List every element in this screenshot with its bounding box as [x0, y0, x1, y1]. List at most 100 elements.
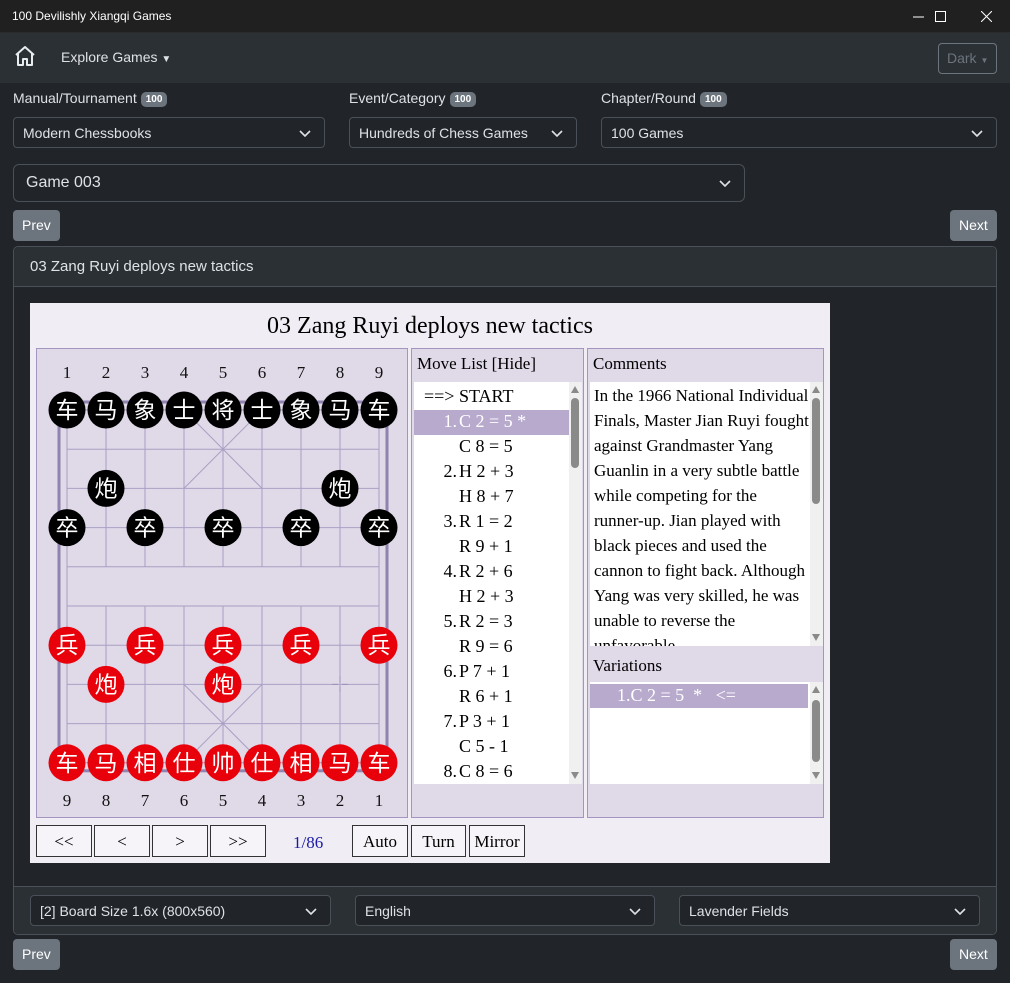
chevron-down-icon [719, 180, 731, 188]
caret-down-icon: ▼ [161, 54, 172, 65]
explore-games-label: Explore Games [61, 49, 158, 65]
board-size-select[interactable]: [2] Board Size 1.6x (800x560) [30, 895, 331, 926]
turn-button[interactable]: Turn [411, 825, 466, 857]
prev-button-bottom[interactable]: Prev [13, 939, 60, 970]
red-piece-label: 仕 [173, 751, 196, 777]
manual-select[interactable]: Modern Chessbooks [13, 117, 325, 148]
movelist-item[interactable]: R 6 + 1 [414, 685, 569, 710]
movelist-item[interactable]: 4. R 2 + 6 [414, 560, 569, 585]
movelist-item[interactable]: 8. C 8 = 6 [414, 760, 569, 784]
movelist-item[interactable]: 6. P 7 + 1 [414, 660, 569, 685]
movelist-scrollbar[interactable] [569, 382, 582, 784]
variations-area[interactable]: 1.C 2 = 5 * <= [590, 682, 823, 784]
first-move-button[interactable]: << [36, 825, 92, 857]
black-piece-label: 象 [290, 398, 313, 424]
xiangqi-viewer: 03 Zang Ruyi deploys new tactics 1 2 3 4 5 6 7… [30, 303, 830, 863]
event-count-badge: 100 [449, 92, 477, 107]
scroll-up-icon [812, 386, 820, 393]
red-piece-label: 兵 [56, 633, 79, 659]
movelist-title[interactable]: Move List [Hide] [417, 354, 536, 374]
movelist-item[interactable]: C 5 - 1 [414, 735, 569, 760]
black-piece-label: 炮 [95, 476, 118, 502]
movelist-item[interactable]: H 2 + 3 [414, 585, 569, 610]
black-piece-label: 卒 [290, 516, 313, 542]
move-text: R 9 + 1 [459, 536, 513, 556]
movelist-item[interactable]: R 9 = 6 [414, 635, 569, 660]
red-piece-label: 炮 [95, 672, 118, 698]
game-select[interactable]: Game 003 [13, 164, 745, 202]
scroll-thumb [812, 700, 820, 762]
black-piece-label: 车 [56, 398, 79, 424]
movelist-list[interactable]: ==> START 1. C 2 = 5 * C 8 = 5 2. H 2 + 3H 8… [414, 382, 582, 784]
move-text: R 9 = 6 [459, 636, 513, 656]
movelist-start[interactable]: ==> START [414, 385, 569, 410]
comments-scrollbar[interactable] [810, 382, 823, 646]
file-number-top: 7 [297, 363, 306, 382]
chapter-select[interactable]: 100 Games [601, 117, 997, 148]
movelist-item[interactable]: 3. R 1 = 2 [414, 510, 569, 535]
file-number-bottom: 2 [336, 791, 345, 810]
file-number-bottom: 9 [63, 791, 72, 810]
mirror-button[interactable]: Mirror [469, 825, 525, 857]
comments-area[interactable]: In the 1966 National Individual Finals, … [590, 382, 823, 646]
move-counter: 1/86 [293, 833, 324, 852]
variations-title: Variations [593, 656, 662, 675]
movelist-panel: Move List [Hide] ==> START 1. C 2 = 5 * C … [411, 348, 584, 818]
black-piece-label: 将 [212, 398, 235, 424]
movelist-item[interactable]: R 9 + 1 [414, 535, 569, 560]
red-piece-label: 马 [95, 751, 118, 777]
chevron-down-icon [954, 908, 966, 916]
next-button-top[interactable]: Next [950, 210, 997, 241]
theme-select[interactable]: Lavender Fields [679, 895, 980, 926]
variation-item[interactable]: 1.C 2 = 5 * <= [590, 684, 808, 708]
auto-button[interactable]: Auto [352, 825, 408, 857]
language-select[interactable]: English [355, 895, 655, 926]
comments-text: In the 1966 National Individual Finals, … [594, 386, 809, 646]
file-number-top: 6 [258, 363, 267, 382]
prev-move-button[interactable]: < [94, 825, 150, 857]
scroll-up-icon [812, 686, 820, 693]
event-select[interactable]: Hundreds of Chess Games [349, 117, 577, 148]
black-piece-label: 马 [95, 398, 118, 424]
variations-scrollbar[interactable] [810, 682, 823, 784]
last-move-button[interactable]: >> [210, 825, 266, 857]
xiangqi-board[interactable]: 1 2 3 4 5 6 7 8 99 8 7 6 5 4 3 2 1车马象士将士象马车炮 炮卒卒卒卒卒兵兵兵兵兵炮… [37, 349, 409, 819]
movelist-item[interactable]: 7. P 3 + 1 [414, 710, 569, 735]
black-piece-label: 马 [329, 398, 352, 424]
file-number-bottom: 6 [180, 791, 189, 810]
move-text: C 5 - 1 [459, 736, 509, 756]
maximize-button[interactable] [920, 0, 960, 33]
chevron-down-icon [551, 130, 563, 138]
theme-label: Dark [947, 50, 977, 66]
next-button-bottom[interactable]: Next [950, 939, 997, 970]
red-piece-label: 相 [134, 751, 157, 777]
move-text: H 2 + 3 [459, 586, 514, 606]
movelist-item[interactable]: 2. H 2 + 3 [414, 460, 569, 485]
move-text: R 1 = 2 [459, 511, 513, 531]
explore-games-menu[interactable]: Explore Games ▼ [61, 49, 171, 65]
movelist-item[interactable]: C 8 = 5 [414, 435, 569, 460]
movelist-item[interactable]: 1. C 2 = 5 * [414, 410, 569, 435]
next-move-button[interactable]: > [152, 825, 208, 857]
scroll-down-icon [812, 634, 820, 641]
file-number-bottom: 4 [258, 791, 267, 810]
top-navbar: Explore Games ▼ Dark ▼ [0, 33, 1010, 83]
red-piece-label: 兵 [290, 633, 313, 659]
red-piece-label: 车 [56, 751, 79, 777]
black-piece-label: 卒 [212, 516, 235, 542]
chevron-down-icon [971, 130, 983, 138]
scroll-down-icon [812, 772, 820, 779]
movelist-item[interactable]: H 8 + 7 [414, 485, 569, 510]
file-number-bottom: 7 [141, 791, 150, 810]
file-number-top: 5 [219, 363, 228, 382]
black-piece-label: 卒 [368, 516, 391, 542]
close-button[interactable] [966, 0, 1006, 33]
movelist-item[interactable]: 5. R 2 = 3 [414, 610, 569, 635]
red-piece-label: 兵 [134, 633, 157, 659]
theme-dropdown[interactable]: Dark ▼ [938, 43, 997, 74]
home-icon[interactable] [13, 44, 37, 68]
prev-button-top[interactable]: Prev [13, 210, 60, 241]
file-number-bottom: 1 [375, 791, 384, 810]
red-piece-label: 炮 [212, 672, 235, 698]
move-text: R 2 = 3 [459, 611, 513, 631]
